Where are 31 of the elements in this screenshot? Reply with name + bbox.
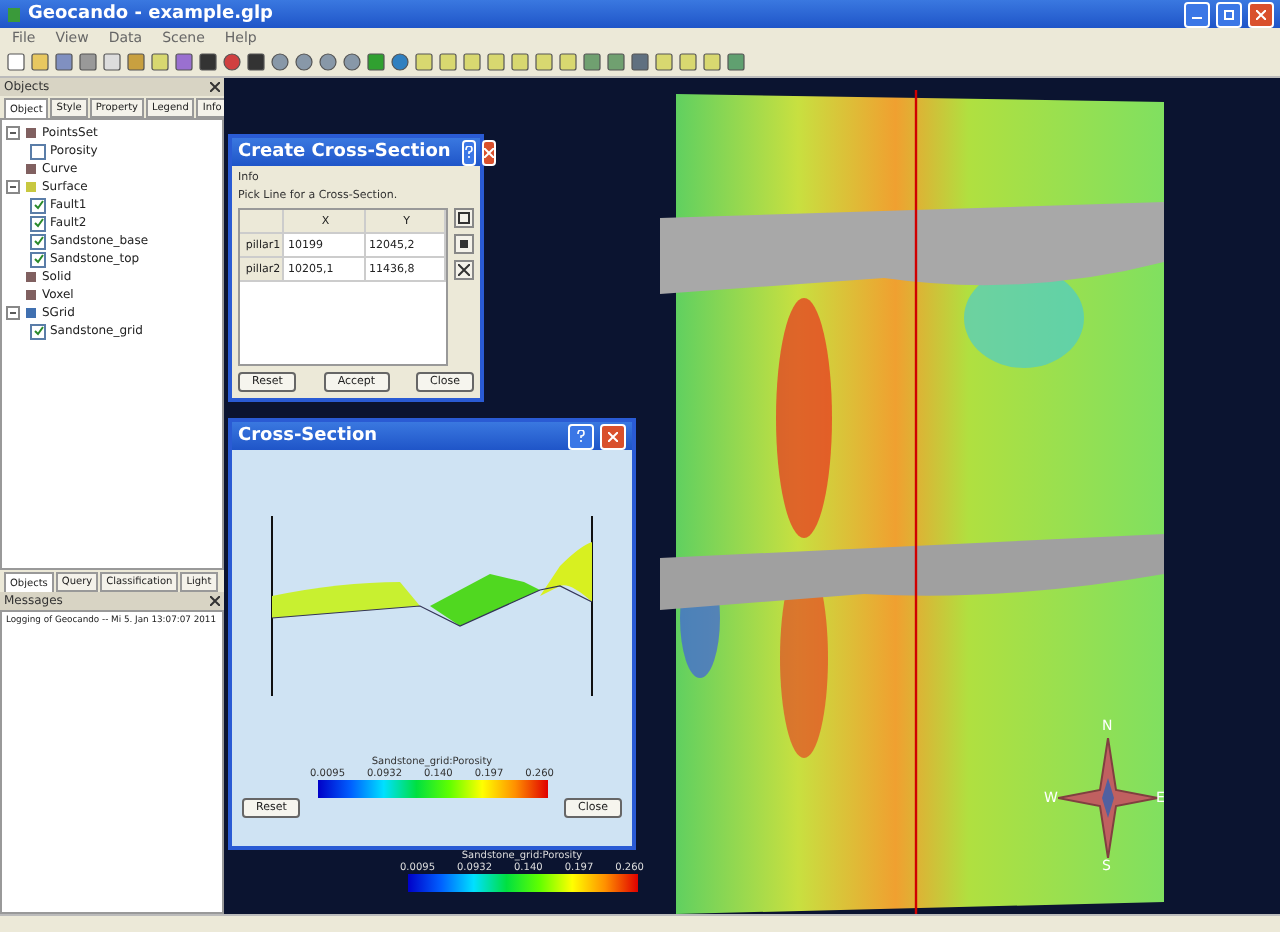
app-icon: [6, 5, 22, 23]
close-icon: [608, 431, 618, 441]
checkbox[interactable]: [30, 323, 46, 339]
help-icon: [576, 430, 586, 442]
table-corner: [240, 210, 284, 234]
checkbox[interactable]: [30, 197, 46, 213]
dialog-title: Create Cross-Section: [238, 142, 451, 162]
close-icon[interactable]: [210, 82, 220, 92]
delete-button[interactable]: [454, 260, 474, 280]
compass-rose-icon: [1058, 738, 1158, 858]
checkbox[interactable]: [30, 233, 46, 249]
window-title: Geocando - example.glp: [28, 4, 273, 24]
dialog-title: Cross-Section: [238, 426, 378, 446]
checkbox[interactable]: [30, 215, 46, 231]
close-icon[interactable]: [210, 596, 220, 606]
checkbox[interactable]: [30, 143, 46, 159]
restore-button[interactable]: [1216, 1, 1242, 27]
restore-icon: [1224, 9, 1234, 19]
expander-icon[interactable]: [6, 180, 20, 194]
add-button[interactable]: [454, 234, 474, 254]
square-icon: [458, 238, 470, 250]
checkbox[interactable]: [30, 251, 46, 267]
expander-icon[interactable]: [6, 306, 20, 320]
close-button[interactable]: [482, 139, 497, 165]
close-icon: [1256, 9, 1266, 19]
pick-button[interactable]: [454, 208, 474, 228]
3d-viewport[interactable]: [224, 78, 1280, 914]
help-button[interactable]: [462, 139, 477, 165]
minimize-button[interactable]: [1184, 1, 1210, 27]
expander-icon[interactable]: [6, 126, 20, 140]
help-button[interactable]: [568, 423, 594, 449]
